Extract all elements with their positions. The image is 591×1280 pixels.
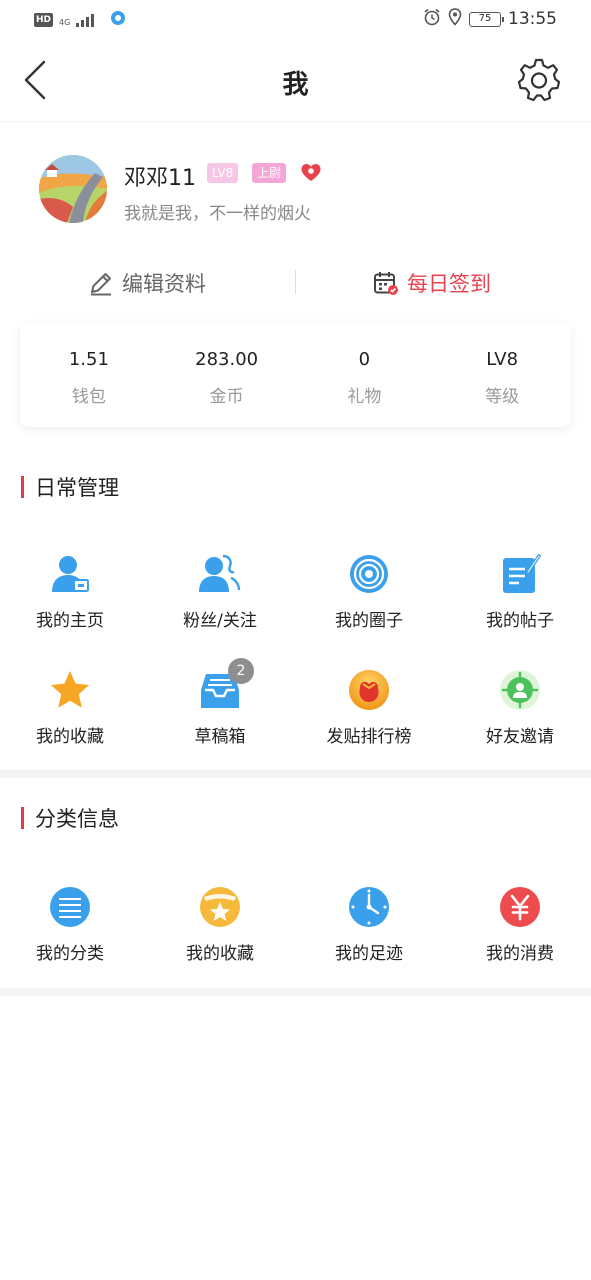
gear-icon — [517, 58, 561, 102]
grid-item-label: 我的收藏 — [36, 727, 104, 747]
settings-button[interactable] — [517, 58, 561, 102]
daily-signin-label: 每日签到 — [407, 272, 491, 296]
grid-item-label: 我的收藏 — [186, 944, 254, 964]
homepage-icon — [48, 552, 92, 596]
battery-icon: 75 — [469, 11, 504, 27]
section-separator — [0, 770, 591, 778]
status-bar: HD 4G 75 13:55 — [0, 0, 591, 40]
alarm-icon — [423, 8, 441, 30]
daily-section-header: 日常管理 — [21, 474, 119, 500]
grid-item-label: 粉丝/关注 — [183, 611, 257, 631]
grid-item-posts[interactable]: 我的帖子 — [450, 552, 590, 631]
user-signature: 我就是我，不一样的烟火 — [124, 204, 311, 224]
stat-value: 1.51 — [68, 349, 109, 370]
pencil-icon — [91, 273, 111, 296]
edit-profile-button[interactable]: 编辑资料 — [88, 266, 206, 300]
nav-bar: 我 — [0, 40, 591, 122]
favorites-icon — [198, 885, 242, 929]
category-section-header: 分类信息 — [21, 805, 119, 831]
stat-gifts[interactable]: 0 礼物 — [296, 323, 434, 427]
star-icon — [48, 668, 92, 712]
stat-label: 金币 — [209, 387, 244, 407]
grid-item-my-category[interactable]: 我的分类 — [0, 885, 140, 964]
stat-label: 等级 — [485, 387, 520, 407]
status-left: HD 4G — [34, 10, 126, 30]
status-right: 75 13:55 — [423, 8, 557, 30]
calendar-icon — [374, 272, 398, 295]
grid-item-label: 我的主页 — [36, 611, 104, 631]
signal-icon: 4G — [59, 13, 104, 27]
hd-indicator: HD — [34, 13, 54, 27]
clock-icon — [347, 885, 391, 929]
grid-item-label: 草稿箱 — [194, 727, 246, 747]
section-title: 日常管理 — [35, 476, 119, 500]
grid-item-label: 我的帖子 — [486, 611, 554, 631]
stat-value: LV8 — [486, 349, 519, 370]
grid-item-footprint[interactable]: 我的足迹 — [299, 885, 439, 964]
page-title: 我 — [282, 70, 309, 100]
section-accent-bar — [21, 807, 24, 829]
stat-label: 礼物 — [347, 387, 382, 407]
grid-item-favorites[interactable]: 我的收藏 — [0, 668, 140, 747]
yuan-icon — [498, 885, 542, 929]
stat-coins[interactable]: 283.00 金币 — [158, 323, 296, 427]
grid-item-label: 我的足迹 — [335, 944, 403, 964]
invite-icon — [498, 668, 542, 712]
location-icon — [448, 8, 462, 30]
heart-icon — [300, 162, 322, 184]
stat-value: 283.00 — [195, 349, 259, 370]
section-separator — [0, 988, 591, 996]
grid-item-label: 发贴排行榜 — [326, 727, 412, 747]
stat-level[interactable]: LV8 等级 — [433, 323, 571, 427]
grid-item-label: 好友邀请 — [486, 727, 554, 747]
clock-time: 13:55 — [508, 9, 557, 29]
grid-item-invite[interactable]: 好友邀请 — [450, 668, 590, 747]
circle-icon — [347, 552, 391, 596]
grid-item-homepage[interactable]: 我的主页 — [0, 552, 140, 631]
stat-value: 0 — [358, 349, 371, 370]
grid-item-circle[interactable]: 我的圈子 — [299, 552, 439, 631]
app-notification-icon — [110, 10, 126, 30]
ranking-icon — [347, 668, 391, 712]
action-divider — [295, 270, 296, 294]
grid-item-label: 我的分类 — [36, 944, 104, 964]
stat-label: 钱包 — [71, 387, 106, 407]
grid-item-my-favorites[interactable]: 我的收藏 — [150, 885, 290, 964]
list-icon — [48, 885, 92, 929]
grid-item-consumption[interactable]: 我的消费 — [450, 885, 590, 964]
drafts-icon: 2 — [198, 658, 254, 712]
grid-item-label: 我的消费 — [486, 944, 554, 964]
grid-item-drafts[interactable]: 2 草稿箱 — [150, 658, 290, 747]
grid-item-fans[interactable]: 粉丝/关注 — [150, 552, 290, 631]
grid-item-ranking[interactable]: 发贴排行榜 — [299, 668, 439, 747]
stats-card: 1.51 钱包 283.00 金币 0 礼物 LV8 等级 — [20, 323, 571, 427]
daily-signin-button[interactable]: 每日签到 — [373, 266, 491, 300]
fans-icon — [198, 552, 242, 596]
section-title: 分类信息 — [35, 807, 119, 831]
avatar[interactable] — [39, 155, 107, 223]
username: 邓邓11 — [124, 166, 196, 191]
posts-icon — [498, 552, 542, 596]
stat-wallet[interactable]: 1.51 钱包 — [20, 323, 158, 427]
edit-profile-label: 编辑资料 — [122, 272, 206, 296]
grid-item-label: 我的圈子 — [335, 611, 403, 631]
level-badge: LV8 — [207, 163, 239, 183]
drafts-count-badge: 2 — [228, 658, 254, 684]
rank-badge: 上尉 — [252, 163, 287, 183]
section-accent-bar — [21, 476, 24, 498]
